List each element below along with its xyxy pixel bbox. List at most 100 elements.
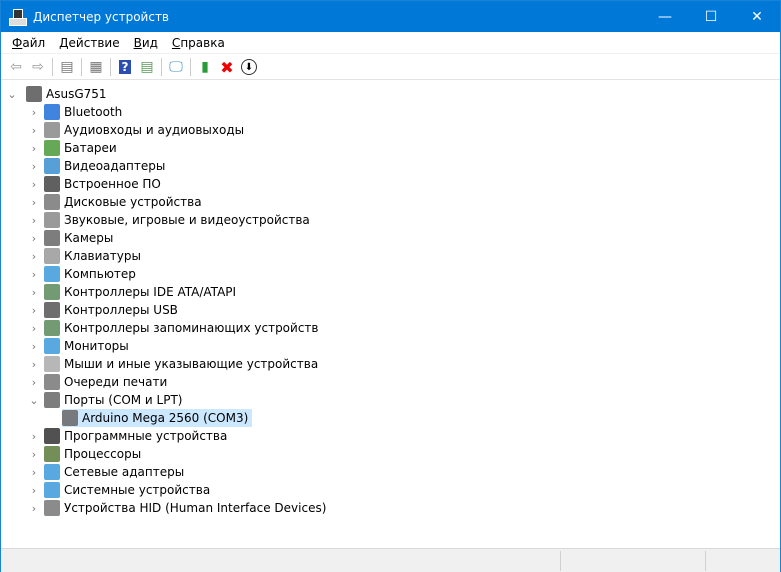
chevron-right-icon[interactable]: ›: [29, 139, 39, 157]
chevron-right-icon[interactable]: ›: [29, 193, 39, 211]
separator: [52, 58, 53, 76]
chevron-right-icon[interactable]: ›: [29, 175, 39, 193]
back-icon[interactable]: ⇦: [5, 56, 27, 78]
tree-item[interactable]: › Контроллеры IDE ATA/ATAPI: [32, 283, 240, 301]
camera-icon: [44, 230, 60, 246]
sound-icon: [44, 212, 60, 228]
computer-icon: [26, 86, 42, 102]
tree-item[interactable]: › Процессоры: [32, 445, 145, 463]
tree-item[interactable]: › Мыши и иные указывающие устройства: [32, 355, 322, 373]
chevron-right-icon[interactable]: ›: [29, 283, 39, 301]
chevron-down-icon[interactable]: ⌄: [29, 391, 39, 409]
uninstall-icon[interactable]: ✖: [216, 56, 238, 78]
minimize-button[interactable]: —: [642, 1, 688, 32]
menu-help[interactable]: Справка: [165, 36, 232, 50]
tree-item[interactable]: › Компьютер: [32, 265, 140, 283]
chevron-right-icon[interactable]: ›: [29, 373, 39, 391]
tree-item[interactable]: › Сетевые адаптеры: [32, 463, 188, 481]
tree-root[interactable]: ⌄ AsusG751: [7, 85, 111, 103]
disable-icon[interactable]: ⬇: [238, 56, 260, 78]
chevron-right-icon[interactable]: ›: [29, 121, 39, 139]
tree-item-label: Мониторы: [64, 339, 129, 353]
tree-item-label: Аудиовходы и аудиовыходы: [64, 123, 245, 137]
tree-item[interactable]: ⌄ Порты (COM и LPT): [29, 391, 186, 409]
menu-file[interactable]: Файл: [5, 36, 52, 50]
tree-item[interactable]: › Очереди печати: [32, 373, 171, 391]
maximize-button[interactable]: ☐: [688, 1, 734, 32]
chevron-right-icon[interactable]: ›: [29, 265, 39, 283]
action-pane-icon[interactable]: ▤: [136, 56, 158, 78]
tree-item[interactable]: › Дисковые устройства: [32, 193, 206, 211]
system-device-icon: [44, 482, 60, 498]
forward-icon[interactable]: ⇨: [27, 56, 49, 78]
tree-item-label: Сетевые адаптеры: [64, 465, 185, 479]
tree-item[interactable]: Arduino Mega 2560 (COM3): [62, 409, 253, 427]
device-manager-window: Диспетчер устройств — ☐ ✕ Файл Действие …: [0, 0, 781, 572]
software-device-icon: [44, 428, 60, 444]
help-icon[interactable]: ?: [114, 56, 136, 78]
menu-view[interactable]: Вид: [127, 36, 165, 50]
chevron-right-icon[interactable]: ›: [29, 481, 39, 499]
tree-item-label: Дисковые устройства: [64, 195, 202, 209]
chevron-right-icon[interactable]: ›: [29, 355, 39, 373]
console-tree-icon[interactable]: ▤: [56, 56, 78, 78]
tree-item[interactable]: › Клавиатуры: [32, 247, 145, 265]
tree-item-label: Видеоадаптеры: [64, 159, 166, 173]
hid-icon: [44, 500, 60, 516]
tree-item-label: Компьютер: [64, 267, 136, 281]
display-adapter-icon: [44, 158, 60, 174]
device-tree[interactable]: ⌄ AsusG751 › Bluetooth › Аудиовходы и аудиовы…: [1, 85, 780, 547]
tree-item-label: Bluetooth: [64, 105, 123, 119]
properties-icon[interactable]: ▦: [85, 56, 107, 78]
chevron-right-icon[interactable]: ›: [29, 301, 39, 319]
chevron-down-icon[interactable]: ⌄: [7, 85, 17, 103]
printer-icon: [44, 374, 60, 390]
tree-item[interactable]: › Контроллеры USB: [32, 301, 182, 319]
chevron-right-icon[interactable]: ›: [29, 103, 39, 121]
window-title: Диспетчер устройств: [33, 9, 170, 24]
chevron-right-icon[interactable]: ›: [29, 211, 39, 229]
status-bar: [1, 548, 780, 572]
tree-item[interactable]: › Батареи: [32, 139, 121, 157]
tree-item[interactable]: › Звуковые, игровые и видеоустройства: [32, 211, 314, 229]
scan-hardware-icon[interactable]: 🖵: [165, 56, 187, 78]
chevron-right-icon[interactable]: ›: [29, 499, 39, 517]
tree-item-label: AsusG751: [46, 87, 107, 101]
chevron-right-icon[interactable]: ›: [29, 463, 39, 481]
tree-item[interactable]: › Bluetooth: [32, 103, 126, 121]
tree-item[interactable]: › Мониторы: [32, 337, 133, 355]
tree-item[interactable]: › Программные устройства: [32, 427, 231, 445]
toolbar: ⇦ ⇨ ▤ ▦ ? ▤ 🖵 ▮ ✖ ⬇: [1, 55, 780, 80]
tree-item-label: Системные устройства: [64, 483, 211, 497]
tree-item[interactable]: › Системные устройства: [32, 481, 214, 499]
menu-action[interactable]: Действие: [52, 36, 126, 50]
chevron-right-icon[interactable]: ›: [29, 157, 39, 175]
tree-item[interactable]: › Контроллеры запоминающих устройств: [32, 319, 322, 337]
chevron-right-icon[interactable]: ›: [29, 229, 39, 247]
tree-item[interactable]: › Устройства HID (Human Interface Devices…: [32, 499, 330, 517]
firmware-icon: [44, 176, 60, 192]
network-adapter-icon: [44, 464, 60, 480]
separator: [81, 58, 82, 76]
update-driver-icon[interactable]: ▮: [194, 56, 216, 78]
port-icon: [44, 392, 60, 408]
tree-item-label: Контроллеры USB: [64, 303, 178, 317]
close-button[interactable]: ✕: [734, 1, 780, 32]
tree-item-label: Клавиатуры: [64, 249, 141, 263]
tree-item-label: Программные устройства: [64, 429, 228, 443]
separator: [161, 58, 162, 76]
tree-item[interactable]: › Встроенное ПО: [32, 175, 165, 193]
chevron-right-icon[interactable]: ›: [29, 337, 39, 355]
chevron-right-icon[interactable]: ›: [29, 427, 39, 445]
tree-item-label: Контроллеры запоминающих устройств: [64, 321, 319, 335]
tree-item-label: Мыши и иные указывающие устройства: [64, 357, 319, 371]
tree-item-label: Устройства HID (Human Interface Devices): [64, 501, 327, 515]
chevron-right-icon[interactable]: ›: [29, 247, 39, 265]
chevron-right-icon[interactable]: ›: [29, 445, 39, 463]
keyboard-icon: [44, 248, 60, 264]
tree-item[interactable]: › Аудиовходы и аудиовыходы: [32, 121, 248, 139]
chevron-right-icon[interactable]: ›: [29, 319, 39, 337]
tree-item[interactable]: › Видеоадаптеры: [32, 157, 169, 175]
port-icon: [62, 410, 78, 426]
tree-item[interactable]: › Камеры: [32, 229, 117, 247]
